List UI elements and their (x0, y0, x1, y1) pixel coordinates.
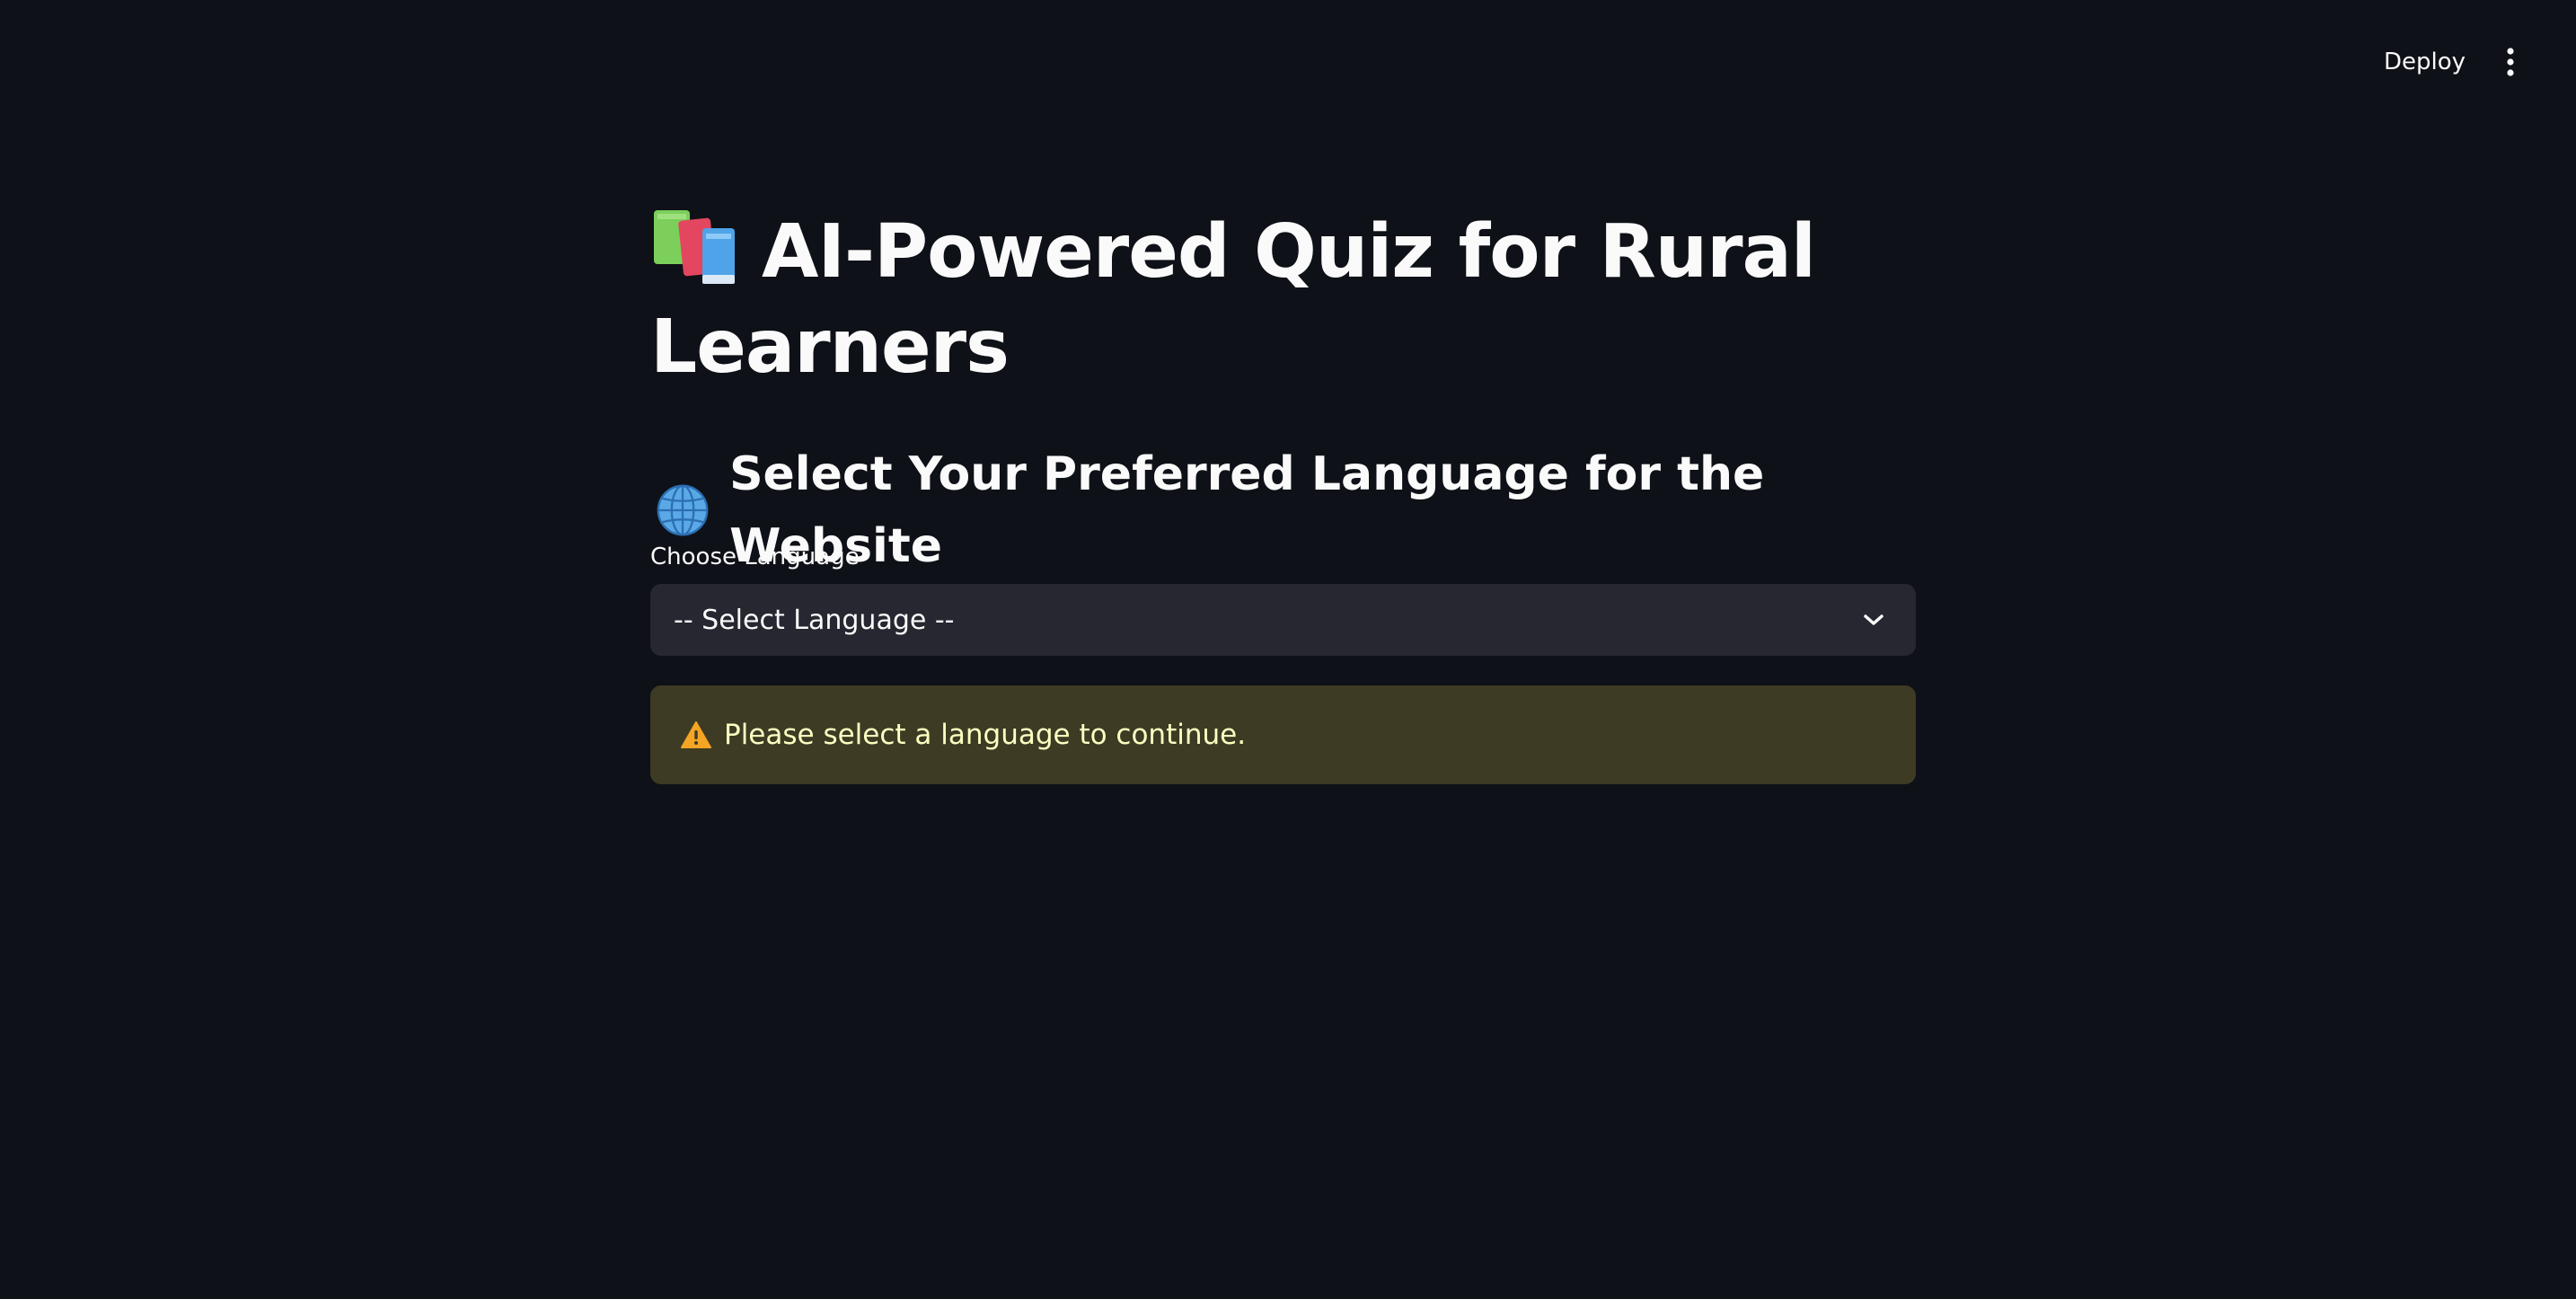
top-header: Deploy (0, 0, 2576, 122)
deploy-button[interactable]: Deploy (2368, 40, 2482, 84)
chevron-down-icon (1860, 606, 1887, 633)
language-select-value: -- Select Language -- (674, 604, 955, 636)
warning-text: Please select a language to continue. (724, 719, 1247, 751)
books-icon (654, 210, 735, 284)
more-vertical-icon (2507, 48, 2514, 76)
main-menu-button[interactable] (2488, 40, 2533, 84)
globe-icon (657, 484, 709, 536)
app-page: Deploy AI-Powered Quiz for Rural Learner… (0, 0, 2576, 1299)
language-select-label: Choose Language (650, 543, 860, 570)
warning-alert: Please select a language to continue. (650, 685, 1916, 784)
language-select[interactable]: -- Select Language -- (650, 584, 1916, 656)
deploy-button-label: Deploy (2384, 49, 2466, 75)
section-heading-text: Select Your Preferred Language for the W… (729, 447, 1765, 573)
page-title-text: AI-Powered Quiz for Rural Learners (650, 209, 1816, 390)
page-title: AI-Powered Quiz for Rural Learners (650, 205, 1916, 395)
warning-icon (681, 721, 711, 748)
